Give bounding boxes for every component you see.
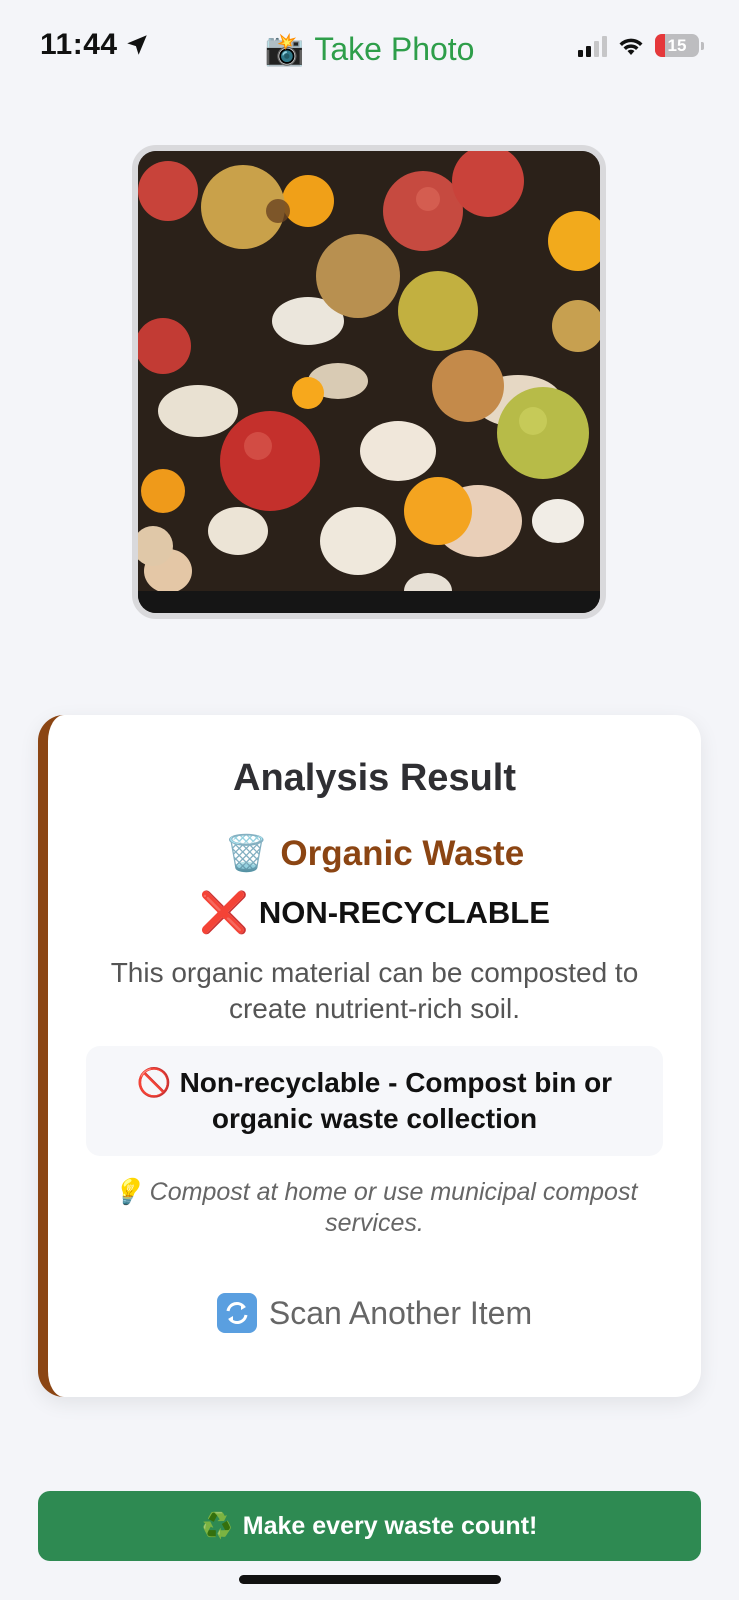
lightbulb-icon: 💡 (111, 1178, 143, 1206)
camera-flash-icon: 📸 (264, 31, 305, 67)
waste-category: 🗑️ Organic Waste (48, 833, 701, 874)
disposal-text: Non-recyclable - Compost bin or organic … (179, 1067, 613, 1134)
analysis-result-card: Analysis Result 🗑️ Organic Waste ❌ NON-R… (38, 715, 701, 1397)
scan-another-label: Scan Another Item (268, 1294, 533, 1331)
card-title: Analysis Result (233, 757, 516, 799)
home-indicator[interactable] (239, 1575, 501, 1584)
refresh-icon (216, 1293, 257, 1333)
tip: 💡 Compost at home or use municipal compo… (98, 1177, 651, 1239)
cross-mark-icon: ❌ (199, 891, 249, 935)
nav-title: 📸 Take Photo (0, 30, 739, 68)
disposal-instructions: 🚫 Non-recyclable - Compost bin or organi… (86, 1046, 663, 1156)
prohibited-icon: 🚫 (136, 1067, 172, 1098)
status-label: NON-RECYCLABLE (258, 895, 550, 930)
food-scraps-image (138, 151, 600, 613)
category-label: Organic Waste (280, 833, 525, 873)
waste-description: This organic material can be composted t… (110, 957, 639, 1024)
footer-text: Make every waste count! (242, 1511, 538, 1540)
tip-text: Compost at home or use municipal compost… (149, 1178, 638, 1237)
scan-another-button[interactable]: Scan Another Item (48, 1293, 701, 1333)
captured-photo (132, 145, 606, 619)
footer-banner: ♻️ Make every waste count! (38, 1491, 701, 1561)
recycle-icon: ♻️ (201, 1511, 233, 1540)
recyclability-status: ❌ NON-RECYCLABLE (48, 893, 701, 933)
nav-title-text: Take Photo (314, 30, 475, 67)
wastebasket-icon: 🗑️ (224, 834, 269, 873)
